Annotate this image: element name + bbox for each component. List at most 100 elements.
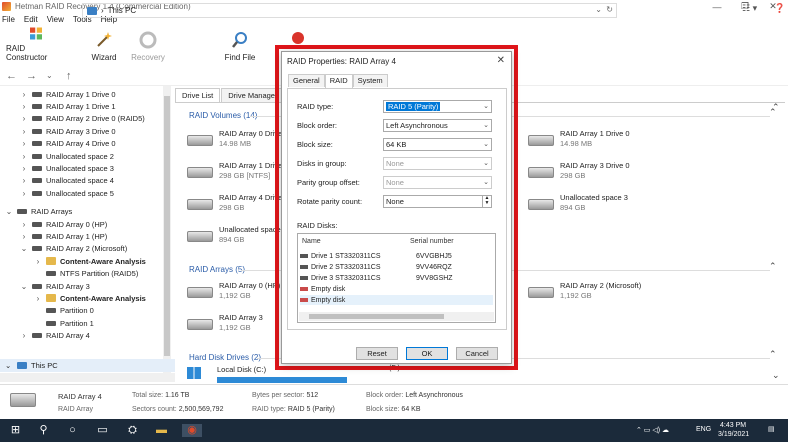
disk-item[interactable]: RAID Array 3 Drive 0 298 GB xyxy=(528,161,630,181)
tree-horizontal-scrollbar[interactable] xyxy=(0,373,175,382)
chevron-icon[interactable]: › xyxy=(20,139,28,148)
menu-file[interactable]: File xyxy=(2,15,15,24)
chevron-icon[interactable]: › xyxy=(20,114,28,123)
help-icon[interactable]: ❓ xyxy=(774,3,785,14)
chevron-icon[interactable]: › xyxy=(20,220,28,229)
chevron-icon[interactable]: › xyxy=(34,294,42,303)
tab-drive-list[interactable]: Drive List xyxy=(175,88,221,102)
list-item[interactable]: Empty disk xyxy=(300,284,493,294)
disk-item[interactable]: RAID Array 4 Drive 0 298 GB xyxy=(187,193,289,213)
chevron-icon[interactable]: ⌄ xyxy=(5,207,13,216)
raid-type-select[interactable]: RAID 5 (Parity) ⌄ xyxy=(383,100,492,113)
tree-item[interactable]: › Content-Aware Analysis xyxy=(34,292,146,304)
tree-item[interactable]: ⌄ RAID Array 2 (Microsoft) xyxy=(20,243,128,255)
chevron-icon[interactable]: ⌄ xyxy=(20,244,28,253)
raid-constructor-button[interactable]: RAID Constructor xyxy=(6,26,66,62)
block-size-select[interactable]: 64 KB ⌄ xyxy=(383,138,492,151)
chevron-icon[interactable]: › xyxy=(20,127,28,136)
tree-item[interactable]: › RAID Array 4 xyxy=(20,330,90,342)
forward-arrow-icon[interactable]: → xyxy=(26,70,40,82)
disk-item[interactable]: RAID Array 0 Drive 0 14.98 MB xyxy=(187,129,289,149)
disk-item[interactable]: RAID Array 1 Drive 0 14.98 MB xyxy=(528,129,630,149)
disk-item[interactable]: Unallocated space 3 894 GB xyxy=(528,193,628,213)
tree-item-this-pc[interactable]: ⌄ This PC xyxy=(0,359,175,372)
chevron-icon[interactable]: › xyxy=(20,90,28,99)
clock-time[interactable]: 4:43 PM xyxy=(720,422,746,429)
tree-item[interactable]: ⌄ RAID Array 3 xyxy=(20,280,90,292)
raid-recovery-taskbar-icon[interactable]: ◉ xyxy=(182,424,202,437)
tree-item[interactable]: › RAID Array 3 Drive 0 xyxy=(20,125,116,137)
tree-item[interactable]: NTFS Partition (RAID5) xyxy=(34,268,138,280)
tree-item[interactable]: › RAID Array 1 (HP) xyxy=(20,230,108,242)
tree-item[interactable]: › Unallocated space 4 xyxy=(20,175,114,187)
chevron-icon[interactable]: › xyxy=(20,189,28,198)
chevron-icon[interactable]: › xyxy=(20,331,28,340)
tree-item[interactable]: › RAID Array 1 Drive 0 xyxy=(20,88,116,100)
disk-item[interactable]: Unallocated space 4 894 GB xyxy=(187,225,287,245)
cortana-icon[interactable]: ○ xyxy=(66,424,79,437)
windows-start-icon[interactable]: ⊞ xyxy=(9,424,22,437)
ok-button[interactable]: OK xyxy=(406,347,448,360)
column-serial[interactable]: Serial number xyxy=(410,238,454,245)
list-item[interactable]: Empty disk xyxy=(300,295,493,305)
list-item[interactable]: Drive 2 ST3320311CS 9VV46RQZ xyxy=(300,262,493,272)
app-taskbar-icon[interactable]: ⛭ xyxy=(126,424,139,437)
up-arrow-icon[interactable]: ↑ xyxy=(66,70,80,82)
disk-item[interactable]: RAID Array 3 1,192 GB xyxy=(187,313,263,333)
rotate-parity-count-stepper[interactable]: None ▲ ▼ xyxy=(383,195,492,208)
clock-date[interactable]: 3/19/2021 xyxy=(718,431,749,438)
tree-item[interactable]: › Content-Aware Analysis xyxy=(34,255,146,267)
task-view-icon[interactable]: ▭ xyxy=(96,424,109,437)
address-field[interactable]: › This PC ⌄ ↻ xyxy=(82,3,617,18)
block-order-select[interactable]: Left Asynchronous ⌄ xyxy=(383,119,492,132)
column-name[interactable]: Name xyxy=(302,238,321,245)
chevron-icon[interactable]: › xyxy=(34,257,42,266)
chevron-icon[interactable]: ⌄ xyxy=(20,282,28,291)
tree-item[interactable]: › Unallocated space 3 xyxy=(20,162,114,174)
cancel-button[interactable]: Cancel xyxy=(456,347,498,360)
scroll-down-icon[interactable]: ⌄ xyxy=(772,370,780,381)
tree-item[interactable]: ⌄ RAID Arrays xyxy=(5,206,73,218)
dialog-close-icon[interactable]: ✕ xyxy=(497,55,505,66)
list-item[interactable]: Drive 3 ST3320311CS 9VV8GSHZ xyxy=(300,273,493,283)
tab-general[interactable]: General xyxy=(288,74,325,87)
notifications-icon[interactable]: ▤ xyxy=(768,425,775,433)
tree-item[interactable]: › RAID Array 2 Drive 0 (RAID5) xyxy=(20,113,145,125)
tab-system[interactable]: System xyxy=(352,74,388,87)
refresh-icon[interactable]: ↻ xyxy=(606,5,613,14)
minimize-button[interactable]: — xyxy=(704,0,730,13)
file-explorer-icon[interactable]: ▬ xyxy=(155,424,168,437)
history-chevron-icon[interactable]: ⌄ xyxy=(46,71,60,80)
chevron-icon[interactable]: › xyxy=(20,164,28,173)
tab-raid[interactable]: RAID xyxy=(324,74,353,88)
tree-item[interactable]: › Unallocated space 2 xyxy=(20,150,114,162)
tree-item[interactable]: Partition 0 xyxy=(34,305,94,317)
recovery-button[interactable]: Recovery xyxy=(130,26,166,62)
spin-arrows-icon[interactable]: ▲ ▼ xyxy=(482,196,491,207)
tree-item[interactable]: › RAID Array 0 (HP) xyxy=(20,218,108,230)
chevron-icon[interactable]: › xyxy=(20,232,28,241)
chevron-icon[interactable]: › xyxy=(20,102,28,111)
menu-view[interactable]: View xyxy=(47,15,64,24)
tree-item[interactable]: › RAID Array 1 Drive 1 xyxy=(20,100,116,112)
disks-list-scrollbar[interactable] xyxy=(299,312,494,321)
language-indicator[interactable]: ENG xyxy=(696,426,711,433)
chevron-icon[interactable]: › xyxy=(20,176,28,185)
list-item[interactable]: Drive 1 ST3320311CS 6VVGBHJ5 xyxy=(300,251,493,261)
search-icon[interactable]: ⚲ xyxy=(37,424,50,437)
tree-item[interactable]: › RAID Array 4 Drive 0 xyxy=(20,138,116,150)
disk-item[interactable]: RAID Array 2 (Microsoft) 1,192 GB xyxy=(528,281,641,301)
wizard-button[interactable]: Wizard xyxy=(86,26,122,62)
chevron-icon[interactable]: › xyxy=(20,152,28,161)
tree-scrollbar[interactable] xyxy=(163,86,171,376)
back-arrow-icon[interactable]: ← xyxy=(6,70,20,82)
dropdown-chevron-icon[interactable]: ⌄ xyxy=(595,5,602,14)
main-scrollbar[interactable]: ⌃ ⌄ xyxy=(772,102,782,382)
find-file-button[interactable]: Find File xyxy=(222,26,258,62)
tree-item[interactable]: Partition 1 xyxy=(34,317,94,329)
tree-item[interactable]: › Unallocated space 5 xyxy=(20,187,114,199)
disk-item[interactable]: RAID Array 1 Drive 1 298 GB [NTFS] xyxy=(187,161,289,181)
reset-button[interactable]: Reset xyxy=(356,347,398,360)
menu-edit[interactable]: Edit xyxy=(24,15,38,24)
system-tray-icons[interactable]: ⌃ ▭ ◁) ☁ xyxy=(636,426,669,434)
